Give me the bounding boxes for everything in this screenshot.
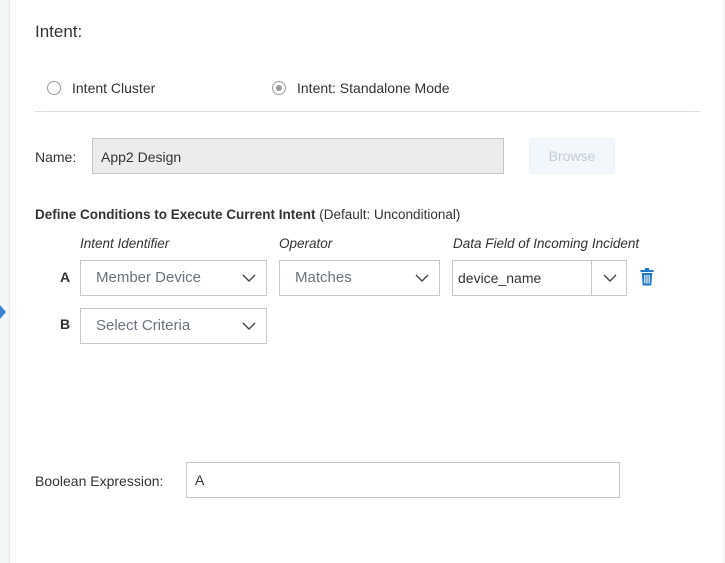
radio-circle-selected[interactable] [272, 81, 286, 95]
radio-label: Intent Cluster [72, 80, 156, 96]
data-field-input[interactable]: device_name [452, 260, 591, 296]
intent-identifier-select[interactable]: Member Device [80, 260, 267, 296]
select-value: Member Device [96, 269, 202, 286]
condition-row-letter: A [60, 269, 71, 285]
intent-identifier-select[interactable]: Select Criteria [80, 308, 267, 344]
conditions-heading-main: Define Conditions to Execute Current Int… [35, 207, 316, 222]
conditions-heading-default: (Default: Unconditional) [315, 207, 461, 222]
browse-button[interactable]: Browse [529, 138, 615, 174]
radio-standalone-mode[interactable]: Intent: Standalone Mode [272, 80, 450, 96]
select-value: Matches [295, 269, 352, 286]
condition-row-letter: B [60, 316, 71, 332]
operator-select[interactable]: Matches [279, 260, 440, 296]
trash-icon[interactable] [640, 268, 654, 286]
chevron-down-icon [242, 322, 256, 330]
column-header-intent-identifier: Intent Identifier [80, 236, 170, 251]
chevron-down-icon [242, 274, 256, 282]
section-title: Intent: [35, 22, 83, 41]
boolean-expression-input[interactable]: A [186, 462, 620, 498]
divider [35, 111, 700, 112]
column-header-operator: Operator [279, 236, 333, 251]
radio-label: Intent: Standalone Mode [297, 80, 450, 96]
name-input[interactable]: App2 Design [92, 138, 504, 174]
select-value: Select Criteria [96, 317, 191, 334]
radio-intent-cluster[interactable]: Intent Cluster [47, 80, 155, 96]
conditions-heading: Define Conditions to Execute Current Int… [35, 207, 460, 222]
intent-panel: Intent: Intent Cluster Intent: Standalon… [9, 0, 723, 563]
boolean-expression-label: Boolean Expression: [35, 473, 164, 489]
radio-circle[interactable] [47, 81, 61, 95]
panel-edge-indicator [0, 305, 6, 319]
name-label: Name: [35, 149, 77, 165]
chevron-down-icon [603, 274, 617, 282]
chevron-down-icon [415, 274, 429, 282]
column-header-data-field: Data Field of Incoming Incident [453, 236, 640, 251]
data-field-dropdown-button[interactable] [591, 260, 627, 296]
